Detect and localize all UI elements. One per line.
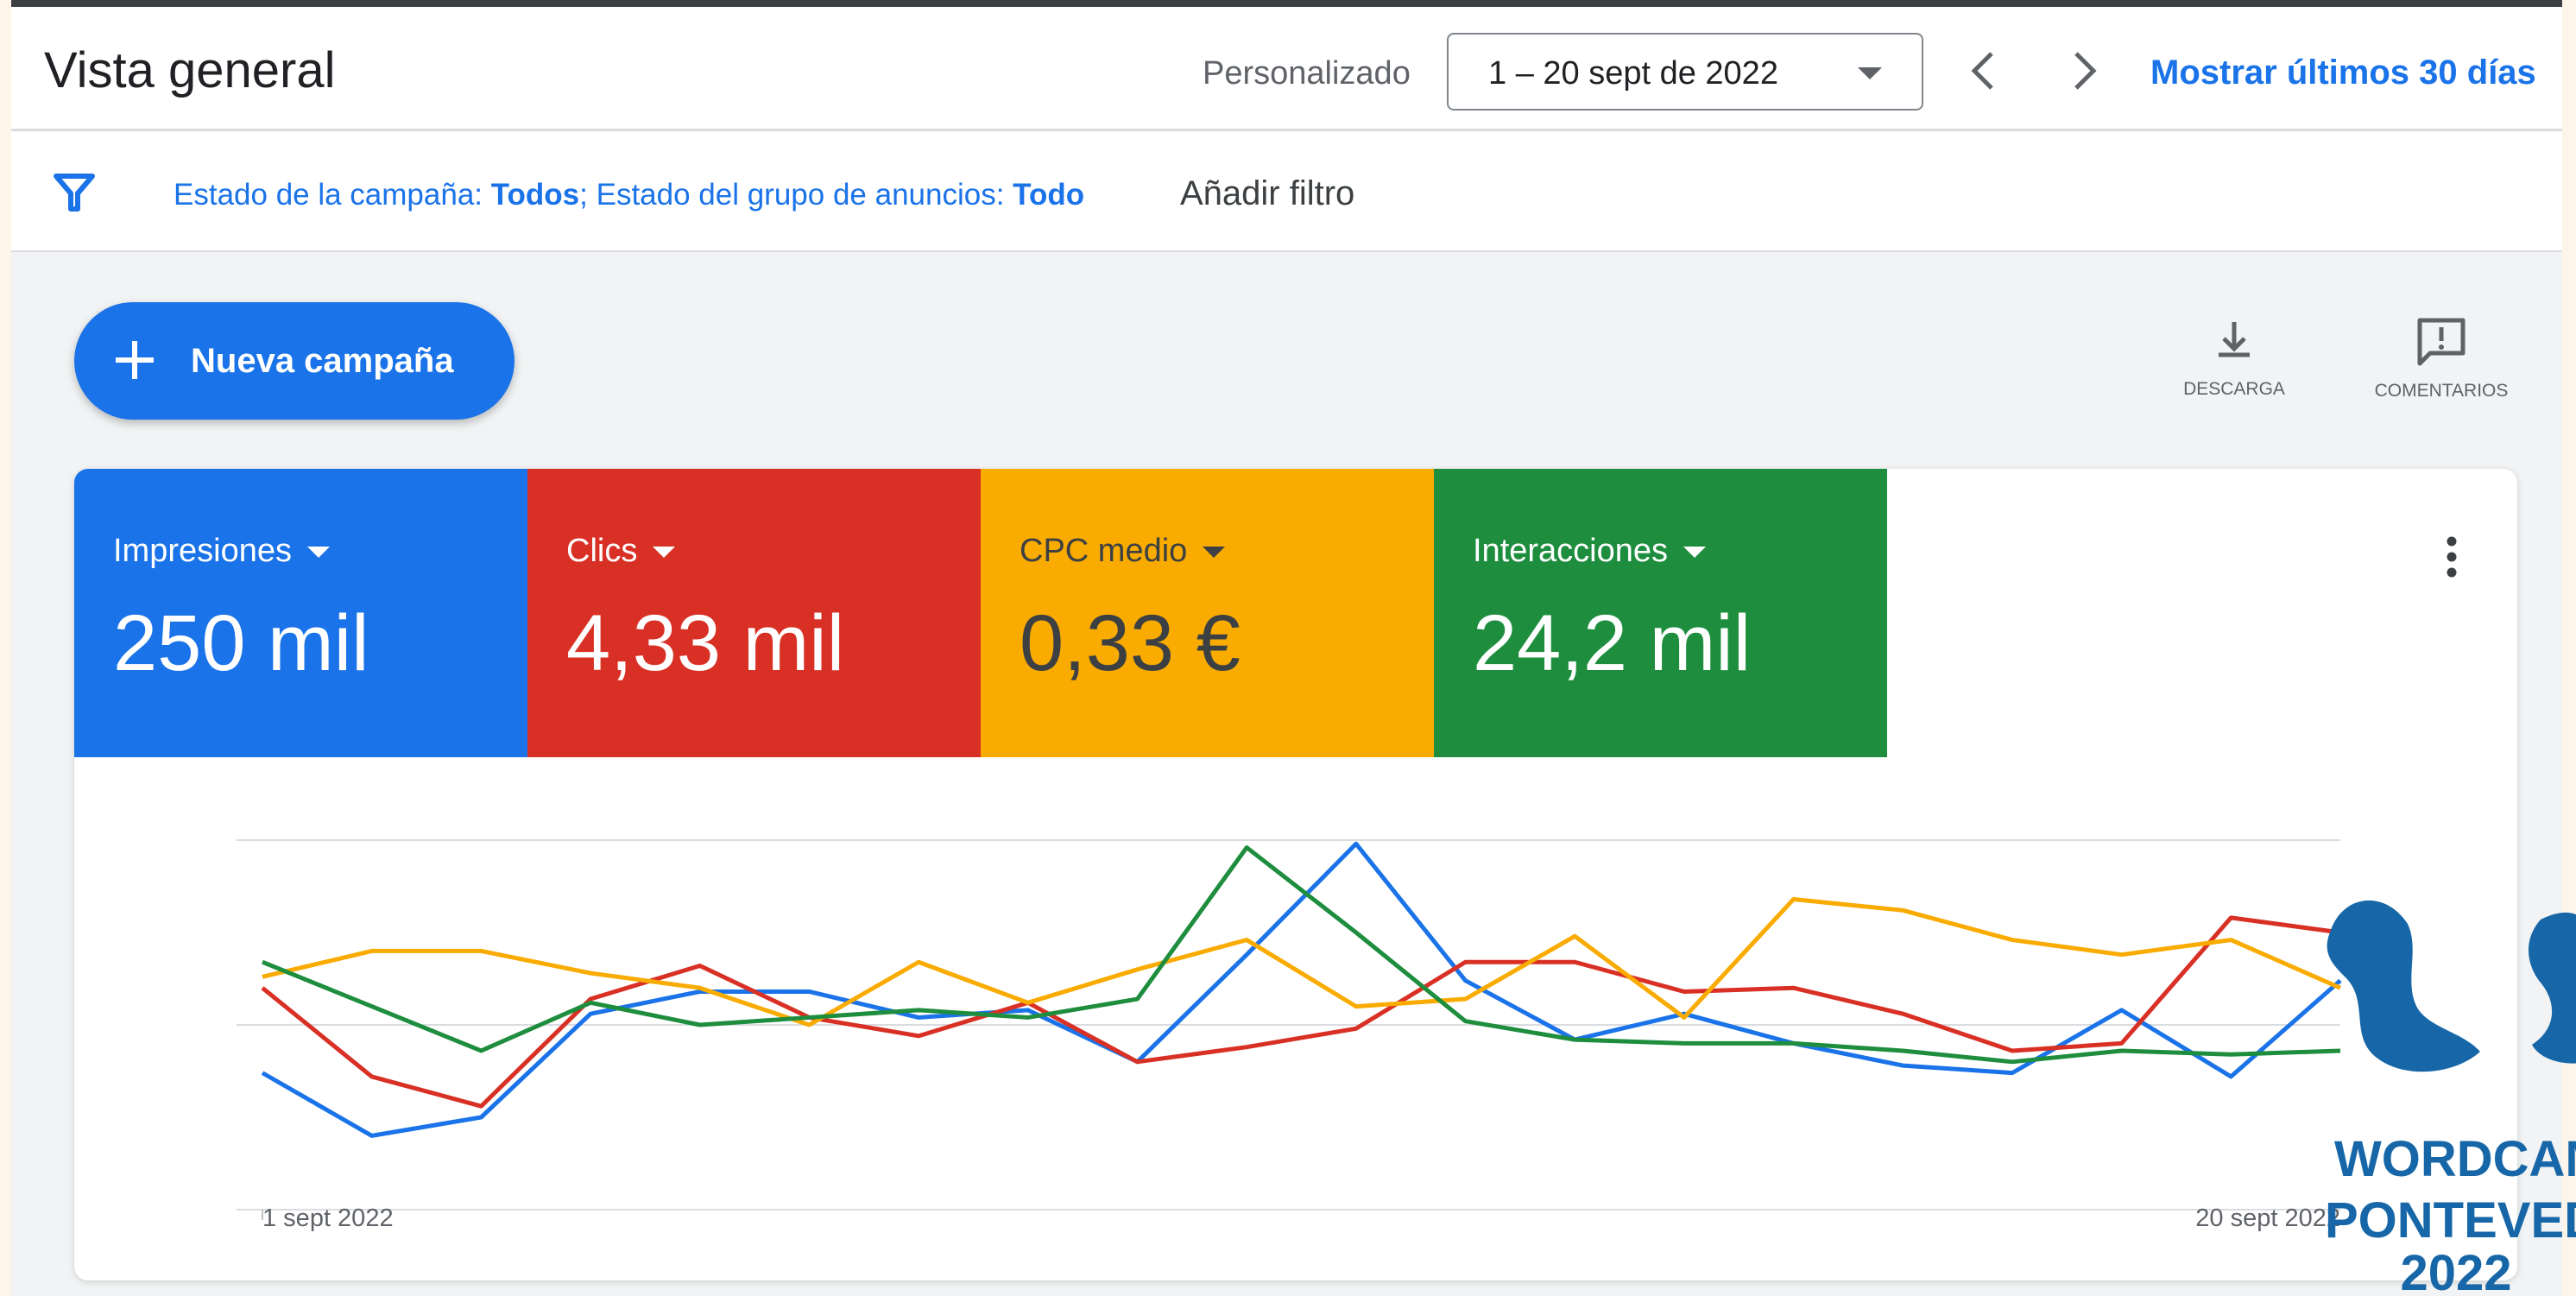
date-range-type-label: Personalizado xyxy=(1203,55,1411,92)
metric-name: Clics xyxy=(566,533,676,570)
caret-down-icon xyxy=(1858,67,1882,79)
performance-card: Impresiones 250 mil Clics 4,33 mil CPC m… xyxy=(74,469,2517,1280)
caret-down-icon xyxy=(1203,547,1226,559)
metric-value: 4,33 mil xyxy=(566,599,845,687)
download-button[interactable]: DESCARGA xyxy=(2144,315,2325,400)
adgroup-status-value: Todo xyxy=(1013,178,1085,212)
show-last-30-days-link[interactable]: Mostrar últimos 30 días xyxy=(2150,54,2536,92)
active-filters[interactable]: Estado de la campaña: Todos; Estado del … xyxy=(174,178,1084,212)
series-line-2 xyxy=(262,896,2342,1027)
page-title: Vista general xyxy=(44,42,336,98)
metric-card-impresiones[interactable]: Impresiones 250 mil xyxy=(74,469,527,757)
logo-line-3: 2022 xyxy=(2400,1245,2511,1296)
metric-name: Interacciones xyxy=(1473,533,1707,570)
top-border xyxy=(11,0,2562,7)
chart-grid xyxy=(237,839,2340,1220)
comments-button[interactable]: COMENTARIOS xyxy=(2342,315,2541,401)
download-icon xyxy=(2219,322,2250,357)
filter-separator: ; xyxy=(579,178,597,212)
metric-value: 250 mil xyxy=(113,599,369,687)
more-vert-icon[interactable] xyxy=(2436,533,2467,581)
download-label: DESCARGA xyxy=(2183,379,2285,399)
previous-period-button[interactable] xyxy=(1960,45,2009,97)
chevron-right-icon xyxy=(2074,52,2097,90)
caret-down-icon xyxy=(306,547,330,559)
metric-card-cpc-medio[interactable]: CPC medio 0,33 € xyxy=(981,469,1434,757)
next-period-button[interactable] xyxy=(2059,45,2107,97)
chevron-left-icon xyxy=(1971,52,1993,90)
header-bar: Vista general Personalizado 1 – 20 sept … xyxy=(11,7,2562,131)
performance-line-chart: 1 sept 2022 20 sept 2022 xyxy=(237,839,2342,1232)
metric-value: 24,2 mil xyxy=(1473,599,1752,687)
google-ads-overview: Vista general Personalizado 1 – 20 sept … xyxy=(11,0,2576,1296)
new-campaign-label: Nueva campaña xyxy=(191,342,454,380)
chart-series xyxy=(261,841,2342,1138)
feedback-icon xyxy=(2417,318,2466,366)
add-filter-button[interactable]: Añadir filtro xyxy=(1180,174,1354,213)
caret-down-icon xyxy=(1683,547,1707,559)
caret-down-icon xyxy=(653,547,676,559)
date-range-select[interactable]: 1 – 20 sept de 2022 xyxy=(1447,33,1923,111)
campaign-status-label: Estado de la campaña: xyxy=(174,178,491,212)
logo-leaf-shapes xyxy=(2327,900,2576,1072)
x-tick-label-end: 20 sept 2022 xyxy=(2195,1204,2340,1232)
logo-leaf-0 xyxy=(2327,900,2480,1072)
logo-line-1: WORDCAMP xyxy=(2334,1131,2576,1187)
adgroup-status-label: Estado del grupo de anuncios: xyxy=(596,178,1013,212)
logo-line-2: PONTEVEDRA xyxy=(2325,1192,2576,1249)
plus-icon xyxy=(116,341,154,379)
x-tick-label-start: 1 sept 2022 xyxy=(262,1204,394,1232)
metric-value: 0,33 € xyxy=(1020,599,1241,687)
filter-bar: Estado de la campaña: Todos; Estado del … xyxy=(11,131,2562,252)
metric-name: Impresiones xyxy=(113,533,330,570)
wordcamp-pontevedra-logo: WORDCAMP PONTEVEDRA 2022 xyxy=(2325,900,2576,1296)
metric-card-interacciones[interactable]: Interacciones 24,2 mil xyxy=(1434,469,1887,757)
campaign-status-value: Todos xyxy=(490,178,580,212)
date-range-value: 1 – 20 sept de 2022 xyxy=(1488,55,1778,92)
logo-leaf-1 xyxy=(2529,912,2576,1064)
metric-card-clics[interactable]: Clics 4,33 mil xyxy=(527,469,981,757)
metric-name: CPC medio xyxy=(1020,533,1226,570)
new-campaign-button[interactable]: Nueva campaña xyxy=(74,302,515,420)
filter-icon[interactable] xyxy=(53,171,96,214)
comments-label: COMENTARIOS xyxy=(2374,381,2509,401)
